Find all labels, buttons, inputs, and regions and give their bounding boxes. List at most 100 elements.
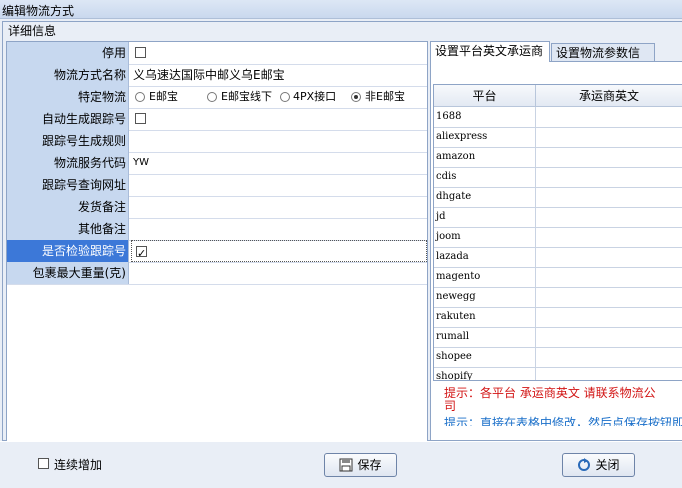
radio-eyoubao[interactable] [135, 92, 145, 102]
table-row: rumall [434, 327, 682, 348]
refresh-close-icon [578, 458, 591, 471]
carrier-cell[interactable] [536, 287, 682, 307]
group-title: 详细信息 [6, 22, 59, 39]
carrier-cell[interactable] [536, 327, 682, 347]
property-label: 特定物流 [7, 86, 129, 108]
carrier-cell[interactable] [536, 187, 682, 207]
radio-label: E邮宝 [149, 90, 178, 103]
platform-cell: aliexpress [434, 127, 536, 147]
platform-cell: cdis [434, 167, 536, 187]
property-row-other-note: 其他备注 [7, 218, 427, 241]
column-header-carrier[interactable]: 承运商英文 [536, 85, 682, 107]
table-row: aliexpress [434, 127, 682, 148]
table-row: shopee [434, 347, 682, 368]
carrier-cell[interactable] [536, 107, 682, 127]
property-row-special: 特定物流 E邮宝 E邮宝线下 4PX接口 非E邮宝 [7, 86, 427, 109]
verify-tracking-checkbox[interactable] [136, 243, 147, 265]
window-title: 编辑物流方式 [2, 4, 75, 18]
property-row-verify-tracking: 是否检验跟踪号 [7, 240, 427, 265]
service-code-value[interactable]: YW [131, 152, 429, 174]
property-row-max-weight: 包裹最大重量(克) [7, 262, 427, 285]
platform-cell: magento [434, 267, 536, 287]
property-label: 物流方式名称 [7, 64, 129, 86]
radio-4px[interactable] [280, 92, 290, 102]
radio-label: E邮宝线下 [221, 90, 272, 103]
platform-cell: 1688 [434, 107, 536, 127]
platform-cell: joom [434, 227, 536, 247]
property-label: 停用 [7, 42, 129, 64]
property-row-service-code: 物流服务代码 YW [7, 152, 427, 175]
carrier-cell[interactable] [536, 127, 682, 147]
carrier-cell[interactable] [536, 147, 682, 167]
radio-label: 4PX接口 [293, 90, 337, 103]
property-value[interactable] [131, 240, 427, 265]
platform-cell: amazon [434, 147, 536, 167]
carrier-table: 平台 承运商英文 1688 aliexpress amazon cdis dhg… [433, 84, 682, 381]
table-row: shopify [434, 367, 682, 380]
property-value[interactable] [131, 108, 429, 130]
table-row: magento [434, 267, 682, 288]
tab-logistics-params[interactable]: 设置物流参数信息 [551, 43, 655, 79]
platform-cell: shopify [434, 367, 536, 380]
carrier-cell[interactable] [536, 367, 682, 380]
carrier-cell[interactable] [536, 347, 682, 367]
property-row-shipping-note: 发货备注 [7, 196, 427, 219]
platform-cell: shopee [434, 347, 536, 367]
table-row: jd [434, 207, 682, 228]
close-label: 关闭 [595, 458, 620, 472]
max-weight-value[interactable] [131, 262, 429, 284]
property-label: 发货备注 [7, 196, 129, 218]
title-bar: 编辑物流方式 [0, 0, 682, 19]
tip-edit-instructions: 提示：直接在表格中修改，然后点保存按钮即可 [444, 416, 682, 426]
platform-cell: rumall [434, 327, 536, 347]
radio-label: 非E邮宝 [365, 90, 405, 103]
carrier-cell[interactable] [536, 167, 682, 187]
table-row: joom [434, 227, 682, 248]
platform-cell: newegg [434, 287, 536, 307]
tab-platform-carrier[interactable]: 设置平台英文承运商 [430, 41, 550, 62]
table-row: 1688 [434, 107, 682, 128]
save-icon [339, 458, 353, 472]
shipping-note-value[interactable] [131, 196, 429, 218]
property-grid: 停用 物流方式名称 义乌速达国际中邮义乌E邮宝 特定物流 E邮宝 E邮宝线下 4… [6, 41, 428, 442]
tip-carrier-contact: 提示：各平台 承运商英文 请联系物流公司 [444, 386, 656, 413]
column-header-platform[interactable]: 平台 [434, 85, 536, 107]
property-row-tracking-url: 跟踪号查询网址 [7, 174, 427, 197]
table-row: newegg [434, 287, 682, 308]
property-label: 跟踪号查询网址 [7, 174, 129, 196]
property-label: 其他备注 [7, 218, 129, 240]
close-button[interactable]: 关闭 [562, 453, 635, 477]
table-row: cdis [434, 167, 682, 188]
property-row-tracking-rule: 跟踪号生成规则 [7, 130, 427, 153]
property-value[interactable] [131, 42, 429, 64]
carrier-cell[interactable] [536, 227, 682, 247]
logistics-name-value[interactable]: 义乌速达国际中邮义乌E邮宝 [131, 64, 429, 86]
carrier-cell[interactable] [536, 307, 682, 327]
platform-cell: rakuten [434, 307, 536, 327]
carrier-cell[interactable] [536, 267, 682, 287]
special-logistics-radio-group: E邮宝 E邮宝线下 4PX接口 非E邮宝 [131, 86, 429, 108]
save-button[interactable]: 保存 [324, 453, 397, 477]
platform-cell: dhgate [434, 187, 536, 207]
save-label: 保存 [357, 458, 382, 472]
property-label: 是否检验跟踪号 [7, 240, 129, 262]
table-row: dhgate [434, 187, 682, 208]
other-note-value[interactable] [131, 218, 429, 240]
platform-cell: jd [434, 207, 536, 227]
tracking-url-value[interactable] [131, 174, 429, 196]
carrier-cell[interactable] [536, 247, 682, 267]
property-label: 跟踪号生成规则 [7, 130, 129, 152]
disabled-checkbox[interactable] [135, 47, 146, 58]
tracking-rule-value[interactable] [131, 130, 429, 152]
table-row: rakuten [434, 307, 682, 328]
continuous-add-label: 连续增加 [54, 458, 103, 472]
radio-eyoubao-offline[interactable] [207, 92, 217, 102]
radio-non-eyoubao[interactable] [351, 92, 361, 102]
footer-bar: 连续增加 保存 关闭 [0, 441, 682, 488]
carrier-cell[interactable] [536, 207, 682, 227]
property-row-disabled: 停用 [7, 42, 427, 65]
platform-cell: lazada [434, 247, 536, 267]
continuous-add-checkbox[interactable] [38, 458, 49, 469]
property-row-name: 物流方式名称 义乌速达国际中邮义乌E邮宝 [7, 64, 427, 87]
auto-tracking-checkbox[interactable] [135, 113, 146, 124]
